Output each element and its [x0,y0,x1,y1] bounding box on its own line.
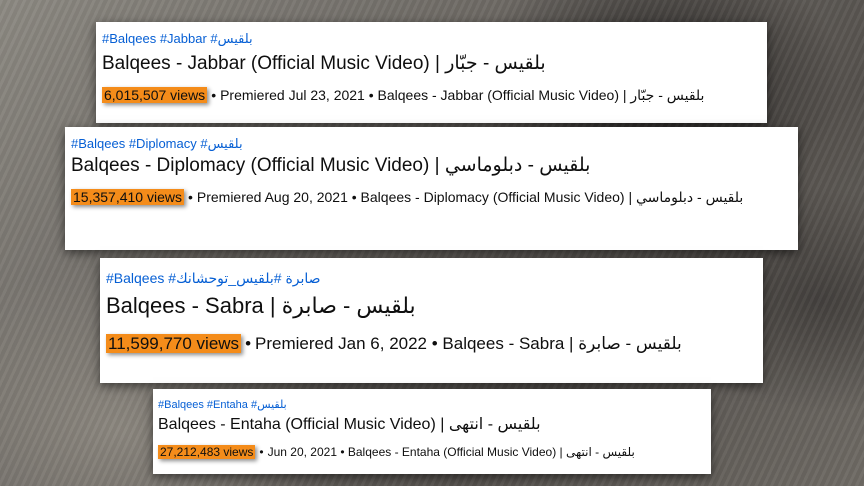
video-title: Balqees - Jabbar (Official Music Video) … [102,53,546,74]
separator-dot: • [211,87,217,103]
video-details: Jun 20, 2021 • Balqees - Entaha (Officia… [267,445,635,459]
video-meta: 6,015,507 views • Premiered Jul 23, 2021 •… [102,87,704,105]
separator-dot: • [259,445,264,459]
video-details: Premiered Aug 20, 2021 • Balqees - Diplo… [196,189,744,205]
video-meta: 11,599,770 views • Premiered Jan 6, 2022 •… [106,333,682,354]
view-count: 27,212,483 views [158,445,256,459]
video-card-sabra: #Balqees #صابرة #بلقيس_توحشانك Balqees -… [100,258,763,383]
video-meta: 15,357,410 views • Premiered Aug 20, 2021 … [71,189,791,207]
separator-dot: • [187,189,193,205]
view-count: 6,015,507 views [102,87,208,103]
video-title: Balqees - Sabra | بلقيس - صابرة [106,293,416,318]
video-title: Balqees - Entaha (Official Music Video) … [158,416,541,433]
hashtags-link[interactable]: #Balqees #Jabbar #بلقيس [102,31,253,47]
hashtags-link[interactable]: #Balqees #Entaha #بلقيس [158,398,287,411]
hashtags-link[interactable]: #Balqees #Diplomacy #بلقيس [71,136,243,152]
separator-dot: • [245,334,252,353]
video-meta: 27,212,483 views • Jun 20, 2021 • Balqees … [158,445,635,460]
video-details: Premiered Jan 6, 2022 • Balqees - Sabra … [255,334,682,353]
hashtags-link[interactable]: #Balqees #صابرة #بلقيس_توحشانك [106,270,321,287]
video-card-entaha: #Balqees #Entaha #بلقيس Balqees - Entaha… [153,389,711,474]
video-card-jabbar: #Balqees #Jabbar #بلقيس Balqees - Jabbar… [96,22,767,123]
video-card-diplomacy: #Balqees #Diplomacy #بلقيس Balqees - Dip… [65,127,798,250]
video-details: Premiered Jul 23, 2021 • Balqees - Jabba… [220,87,705,103]
view-count: 15,357,410 views [71,189,184,205]
video-title: Balqees - Diplomacy (Official Music Vide… [71,155,591,176]
view-count: 11,599,770 views [106,334,242,353]
